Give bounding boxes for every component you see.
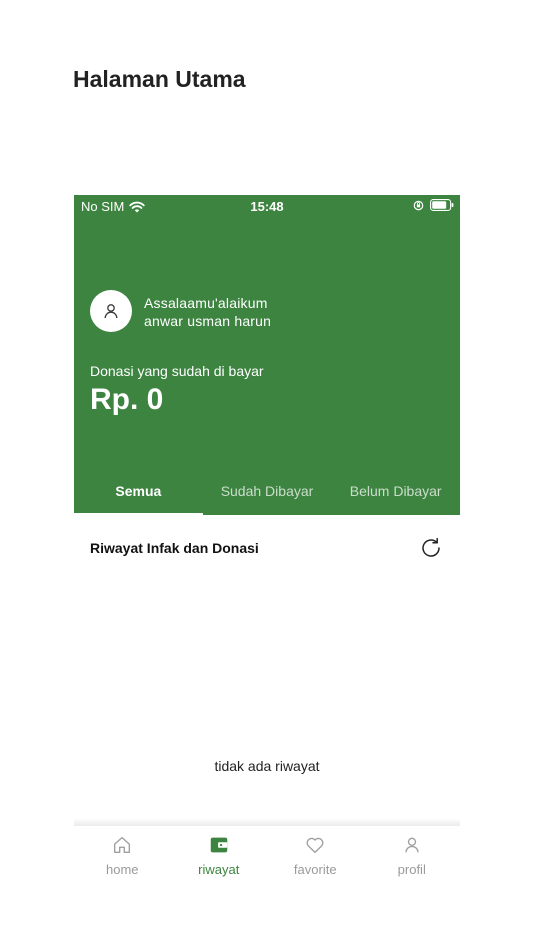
avatar[interactable]: [90, 290, 132, 332]
bottom-nav: home riwayat favorite profil: [74, 826, 460, 885]
greeting: Assalaamu'alaikum anwar usman harun: [144, 294, 271, 330]
status-right: [413, 199, 454, 211]
tab-semua[interactable]: Semua: [74, 473, 203, 515]
user-icon: [405, 837, 419, 853]
battery-icon: [430, 199, 454, 211]
wallet-icon: [210, 837, 227, 853]
phone-screen: No SIM 15:48 Assalaamu'alaikum anwar usm…: [74, 195, 460, 885]
donasi-label: Donasi yang sudah di bayar: [90, 363, 264, 379]
page-title: Halaman Utama: [73, 66, 246, 92]
section-title: Riwayat Infak dan Donasi: [90, 540, 259, 556]
nav-profil[interactable]: profil: [364, 826, 461, 885]
nav-home[interactable]: home: [74, 826, 171, 885]
tab-sudah-dibayar[interactable]: Sudah Dibayar: [203, 473, 332, 515]
status-time: 15:48: [250, 199, 284, 214]
nav-riwayat[interactable]: riwayat: [171, 826, 268, 885]
nav-profil-label: profil: [397, 862, 426, 877]
nav-riwayat-label: riwayat: [198, 862, 240, 877]
user-icon: [104, 304, 118, 319]
donasi-amount: Rp. 0: [90, 383, 164, 416]
heart-icon: [306, 837, 324, 854]
nav-favorite-label: favorite: [293, 862, 337, 877]
orientation-lock-icon: [413, 200, 424, 210]
refresh-icon[interactable]: [419, 536, 443, 560]
tab-bar: Semua Sudah Dibayar Belum Dibayar: [74, 473, 460, 515]
empty-state-text: tidak ada riwayat: [214, 758, 320, 774]
section-header: Riwayat Infak dan Donasi: [74, 535, 460, 561]
user-name: anwar usman harun: [144, 313, 272, 329]
home-icon: [114, 836, 131, 854]
nav-home-label: home: [105, 862, 139, 877]
status-bar: No SIM 15:48: [74, 195, 460, 217]
header-panel: No SIM 15:48 Assalaamu'alaikum anwar usm…: [74, 195, 460, 515]
bottom-nav-shadow: [74, 818, 460, 826]
tab-belum-dibayar[interactable]: Belum Dibayar: [331, 473, 460, 515]
nav-favorite[interactable]: favorite: [267, 826, 364, 885]
greeting-salam: Assalaamu'alaikum: [144, 295, 268, 311]
